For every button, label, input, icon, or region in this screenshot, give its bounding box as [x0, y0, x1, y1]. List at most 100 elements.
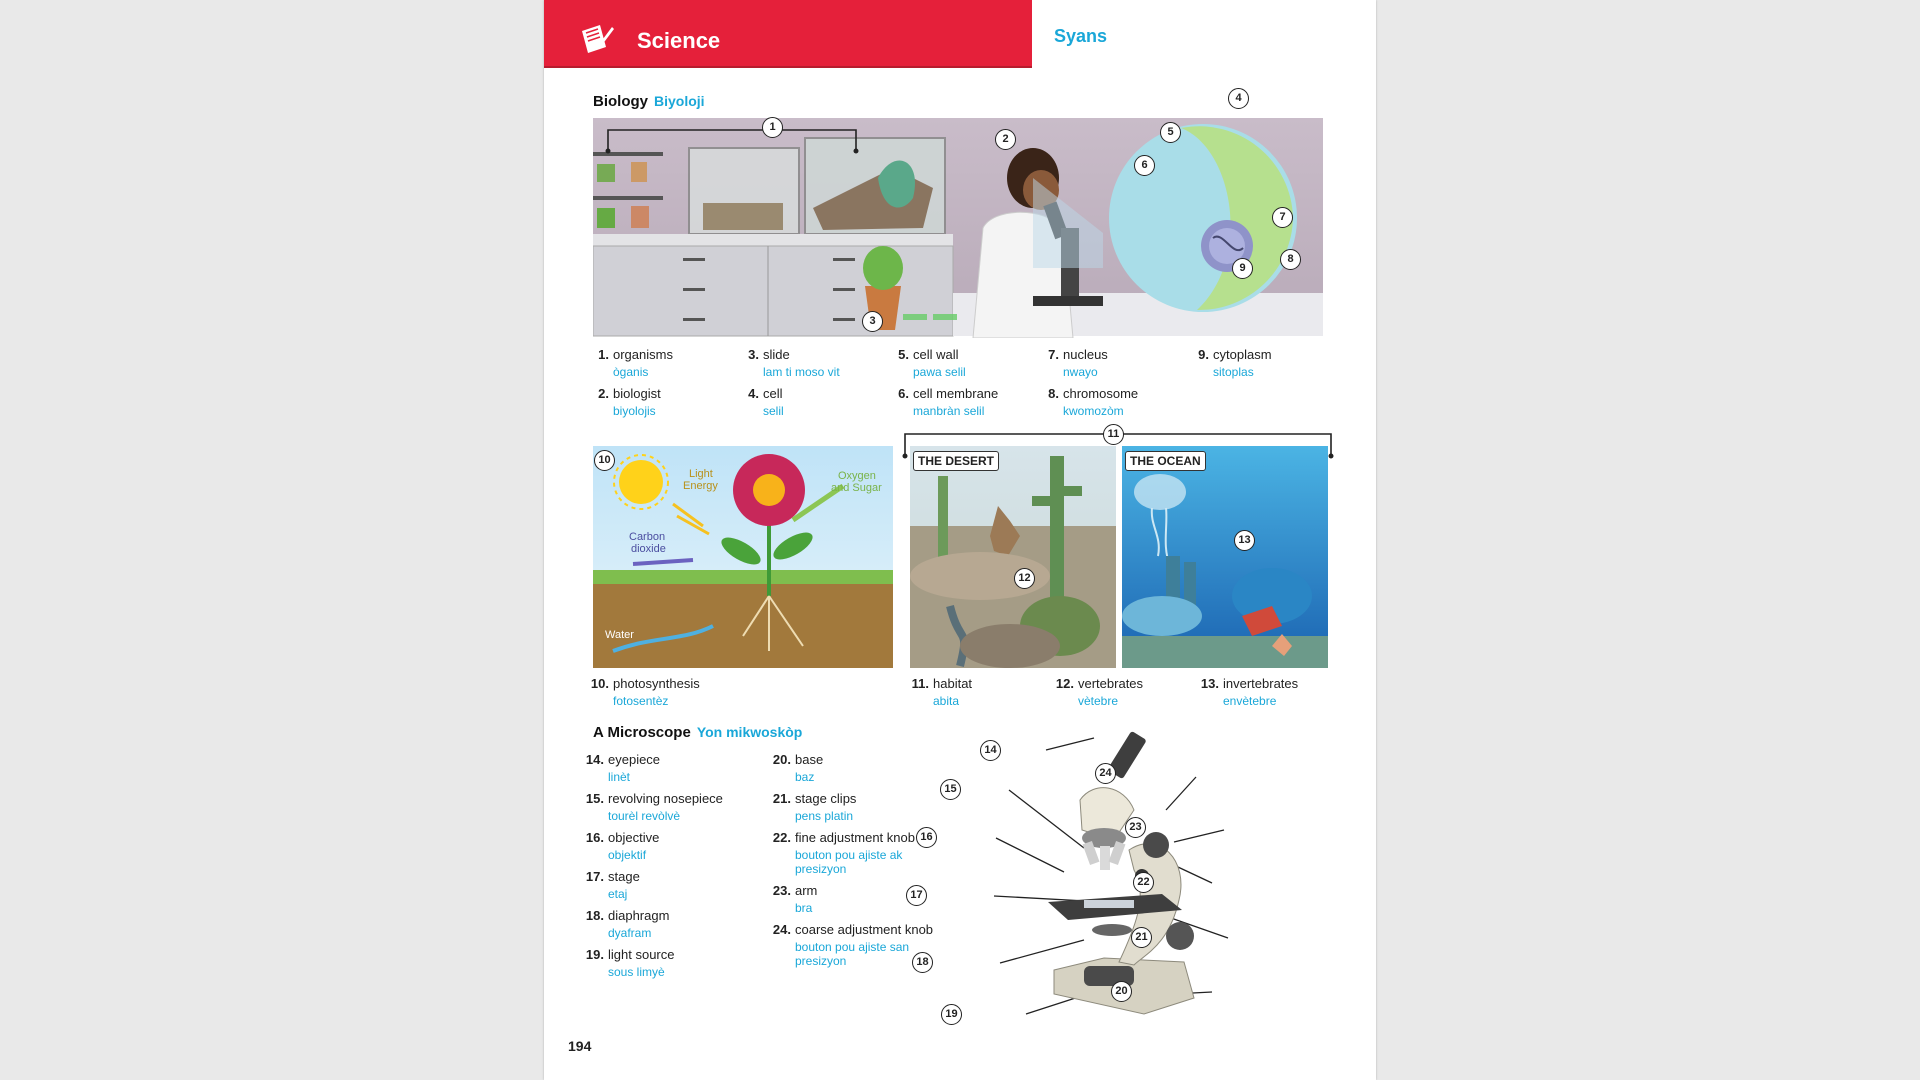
page-number: 194: [568, 1038, 592, 1054]
callout-12: 12: [1014, 568, 1035, 589]
callout-15: 15: [940, 779, 961, 800]
desert-label: THE DESERT: [913, 451, 1000, 471]
vocab-english: stage: [608, 869, 640, 884]
vocab-english: nucleus: [1063, 347, 1108, 362]
vocab-number: 4.: [748, 386, 759, 401]
vocab-translation: manbràn selil: [913, 404, 985, 418]
oxygen-label: Oxygen: [838, 470, 876, 482]
page-title: Science: [637, 28, 721, 53]
vocab-number: 3.: [748, 347, 759, 362]
vocab-english: base: [795, 752, 824, 767]
biology-title: Biology Biyoloji: [593, 93, 705, 110]
vocab-translation: baz: [795, 770, 815, 784]
callout-7: 7: [1272, 207, 1293, 228]
vocab-english: cell membrane: [913, 386, 999, 401]
vocab-translation: linèt: [608, 770, 631, 784]
light-energy-label-2: Energy: [683, 480, 718, 492]
biology-title-en: Biology: [593, 93, 648, 110]
vocab-translation: pawa selil: [913, 365, 966, 379]
vocab-translation: kwomozòm: [1063, 404, 1124, 418]
callout-17: 17: [906, 885, 927, 906]
vocab-number: 15.: [585, 791, 604, 806]
microscope-title: A Microscope Yon mikwoskòp: [593, 724, 802, 741]
notebook-pencil-icon: [582, 25, 614, 53]
vocab-translation: envètebre: [1223, 694, 1277, 708]
callout-14: 14: [980, 740, 1001, 761]
vocab-translation: abita: [933, 694, 960, 708]
vocab-english: cytoplasm: [1213, 347, 1272, 362]
vocab-number: 9.: [1198, 347, 1209, 362]
callout-18: 18: [912, 952, 933, 973]
dioxide-label: dioxide: [631, 543, 666, 555]
vocab-number: 22.: [772, 830, 791, 845]
vocab-english: biologist: [613, 386, 661, 401]
water-label: Water: [605, 629, 634, 641]
vocab-number: 11.: [911, 676, 929, 691]
vocab-number: 19.: [585, 947, 604, 962]
vocab-number: 2.: [598, 386, 609, 401]
ocean-label: THE OCEAN: [1125, 451, 1206, 471]
callout-2: 2: [995, 129, 1016, 150]
light-energy-label: Light: [689, 468, 713, 480]
vocab-english: coarse adjustment knob: [795, 922, 934, 937]
vocab-number: 12.: [1055, 676, 1074, 691]
vocab-translation: fotosentèz: [613, 694, 669, 708]
vocab-english: organisms: [613, 347, 673, 362]
callout-20: 20: [1111, 981, 1132, 1002]
vocab-translation: bouton pou ajiste ak presizyon: [795, 848, 903, 876]
vocab-number: 17.: [585, 869, 604, 884]
vocab-english: cell wall: [913, 347, 959, 362]
vocab-number: 20.: [772, 752, 791, 767]
vocab-english: arm: [795, 883, 818, 898]
vocab-translation: nwayo: [1063, 365, 1098, 379]
header-band: Science: [544, 0, 1032, 68]
callout-19: 19: [941, 1004, 962, 1025]
vocab-translation: lam ti moso vit: [763, 365, 840, 379]
vocab-number: 18.: [585, 908, 604, 923]
microscope-title-ht: Yon mikwoskòp: [696, 724, 803, 740]
vocab-number: 10.: [590, 676, 609, 691]
callout-3: 3: [862, 311, 883, 332]
vocab-number: 23.: [772, 883, 791, 898]
vocab-translation: òganis: [613, 365, 649, 379]
vocab-english: vertebrates: [1078, 676, 1144, 691]
vocab-number: 8.: [1048, 386, 1059, 401]
vocab-number: 5.: [898, 347, 909, 362]
vocab-translation: vètebre: [1078, 694, 1119, 708]
desert-illustration: [910, 446, 1116, 668]
vocab-english: chromosome: [1063, 386, 1139, 401]
carbon-label: Carbon: [629, 531, 665, 543]
vocab-number: 14.: [585, 752, 604, 767]
callout-23: 23: [1125, 817, 1146, 838]
callout-22: 22: [1133, 872, 1154, 893]
vocab-english: stage clips: [795, 791, 857, 806]
microscope-title-en: A Microscope: [593, 724, 691, 741]
vocab-english: revolving nosepiece: [608, 791, 723, 806]
callout-21: 21: [1131, 927, 1152, 948]
photosynthesis-illustration: Light Energy Oxygen and Sugar Carbon dio…: [593, 446, 893, 668]
vocab-english: invertebrates: [1223, 676, 1299, 691]
callout-10: 10: [594, 450, 615, 471]
vocab-translation: biyolojis: [613, 404, 656, 418]
vocab-translation: selil: [763, 404, 784, 418]
vocab-english: habitat: [933, 676, 973, 691]
vocab-translation: dyafram: [608, 926, 652, 940]
organisms-bracket: [605, 129, 859, 154]
vocab-english: slide: [763, 347, 790, 362]
callout-24: 24: [1095, 763, 1116, 784]
callout-13: 13: [1234, 530, 1255, 551]
vocab-translation: pens platin: [795, 809, 854, 823]
vocab-translation: etaj: [608, 887, 628, 901]
vocab-translation: tourèl revòlvè: [608, 809, 681, 823]
vocab-english: light source: [608, 947, 675, 962]
vocab-english: fine adjustment knob: [795, 830, 915, 845]
sugar-label: and Sugar: [831, 482, 882, 494]
vocab-english: objective: [608, 830, 660, 845]
vocab-number: 1.: [598, 347, 609, 362]
vocab-translation: sous limyè: [608, 965, 665, 979]
page-subtitle: Syans: [1054, 26, 1108, 46]
callout-6: 6: [1134, 155, 1155, 176]
callout-1: 1: [762, 117, 783, 138]
ocean-illustration: [1122, 446, 1328, 668]
callout-9: 9: [1232, 258, 1253, 279]
